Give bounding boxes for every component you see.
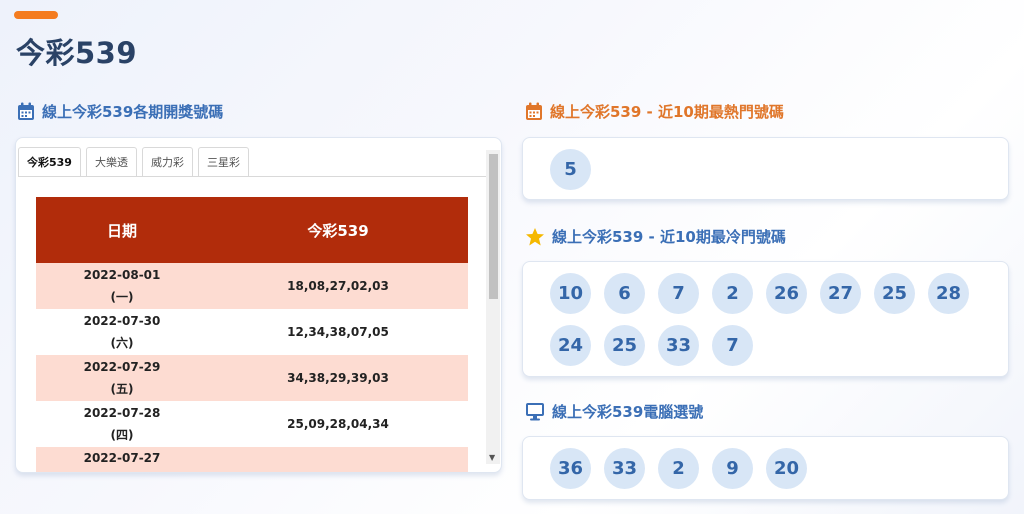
table-row: 2022-08-01 (一) 18,08,27,02,03	[36, 263, 468, 309]
date-cell: 2022-07-29 (五)	[36, 355, 208, 401]
monitor-icon	[526, 403, 544, 421]
number-ball[interactable]: 2	[712, 273, 753, 314]
cold-numbers-list: 10 6 7 2 26 27 25 28 24 25 33 7	[550, 273, 990, 366]
cold-numbers-heading-text: 線上今彩539 - 近10期最冷門號碼	[552, 228, 786, 246]
number-ball[interactable]: 33	[658, 325, 699, 366]
number-ball[interactable]: 24	[550, 325, 591, 366]
draw-history-panel: 今彩539 大樂透 威力彩 三星彩 日期 今彩539 2022-08-01 (一)…	[15, 137, 502, 473]
date-cell: 2022-07-30 (六)	[36, 309, 208, 355]
page-title: 今彩539	[16, 36, 138, 70]
numbers-cell: 25,09,28,04,34	[208, 401, 468, 447]
star-icon	[526, 227, 544, 245]
table-row: 2022-07-30 (六) 12,34,38,07,05	[36, 309, 468, 355]
number-ball[interactable]: 7	[658, 273, 699, 314]
computer-pick-heading-text: 線上今彩539電腦選號	[552, 403, 704, 421]
date-cell: 2022-08-01 (一)	[36, 263, 208, 309]
scrollbar-thumb[interactable]	[489, 154, 498, 299]
number-ball[interactable]: 10	[550, 273, 591, 314]
number-ball[interactable]: 33	[604, 448, 645, 489]
scrollbar[interactable]: ▼	[486, 150, 500, 464]
tab-539[interactable]: 今彩539	[18, 147, 81, 177]
cold-numbers-heading: 線上今彩539 - 近10期最冷門號碼	[525, 226, 786, 247]
accent-bar	[14, 11, 58, 19]
number-ball[interactable]: 9	[712, 448, 753, 489]
hot-numbers-heading-text: 線上今彩539 - 近10期最熱門號碼	[550, 103, 784, 121]
table-row: 2022-07-28 (四) 25,09,28,04,34	[36, 401, 468, 447]
draw-history-table: 日期 今彩539 2022-08-01 (一) 18,08,27,02,03 20…	[36, 197, 468, 472]
table-row: 2022-07-29 (五) 34,38,29,39,03	[36, 355, 468, 401]
computer-pick-card: 36 33 2 9 20	[522, 436, 1009, 500]
number-ball[interactable]: 36	[550, 448, 591, 489]
number-ball[interactable]: 25	[874, 273, 915, 314]
number-ball[interactable]: 27	[820, 273, 861, 314]
numbers-cell: 12,34,38,07,05	[208, 309, 468, 355]
calendar-icon	[526, 102, 542, 120]
draw-history-heading: 線上今彩539各期開獎號碼	[17, 101, 223, 122]
calendar-icon	[18, 102, 34, 120]
number-ball[interactable]: 5	[550, 149, 591, 190]
hot-numbers-list: 5	[550, 149, 990, 190]
tab-divider	[18, 176, 486, 177]
cold-numbers-card: 10 6 7 2 26 27 25 28 24 25 33 7	[522, 261, 1009, 377]
draw-history-heading-text: 線上今彩539各期開獎號碼	[42, 103, 224, 121]
scroll-down-arrow-icon[interactable]: ▼	[489, 453, 495, 462]
numbers-cell: 34,38,29,39,03	[208, 355, 468, 401]
tab-lotto[interactable]: 大樂透	[85, 147, 137, 177]
hot-numbers-card: 5	[522, 137, 1009, 200]
number-ball[interactable]: 25	[604, 325, 645, 366]
numbers-cell	[208, 447, 468, 472]
computer-pick-list: 36 33 2 9 20	[550, 448, 990, 489]
number-ball[interactable]: 6	[604, 273, 645, 314]
number-ball[interactable]: 2	[658, 448, 699, 489]
column-header-date: 日期	[36, 197, 208, 263]
numbers-cell: 18,08,27,02,03	[208, 263, 468, 309]
lottery-tabs: 今彩539 大樂透 威力彩 三星彩	[18, 147, 249, 177]
date-cell: 2022-07-28 (四)	[36, 401, 208, 447]
number-ball[interactable]: 7	[712, 325, 753, 366]
number-ball[interactable]: 28	[928, 273, 969, 314]
tab-superlotto[interactable]: 威力彩	[141, 147, 193, 177]
column-header-numbers: 今彩539	[208, 197, 468, 263]
tab-3star[interactable]: 三星彩	[197, 147, 249, 177]
number-ball[interactable]: 26	[766, 273, 807, 314]
hot-numbers-heading: 線上今彩539 - 近10期最熱門號碼	[525, 101, 784, 122]
number-ball[interactable]: 20	[766, 448, 807, 489]
table-row: 2022-07-27	[36, 447, 468, 472]
computer-pick-heading: 線上今彩539電腦選號	[525, 401, 703, 422]
date-cell: 2022-07-27	[36, 447, 208, 472]
